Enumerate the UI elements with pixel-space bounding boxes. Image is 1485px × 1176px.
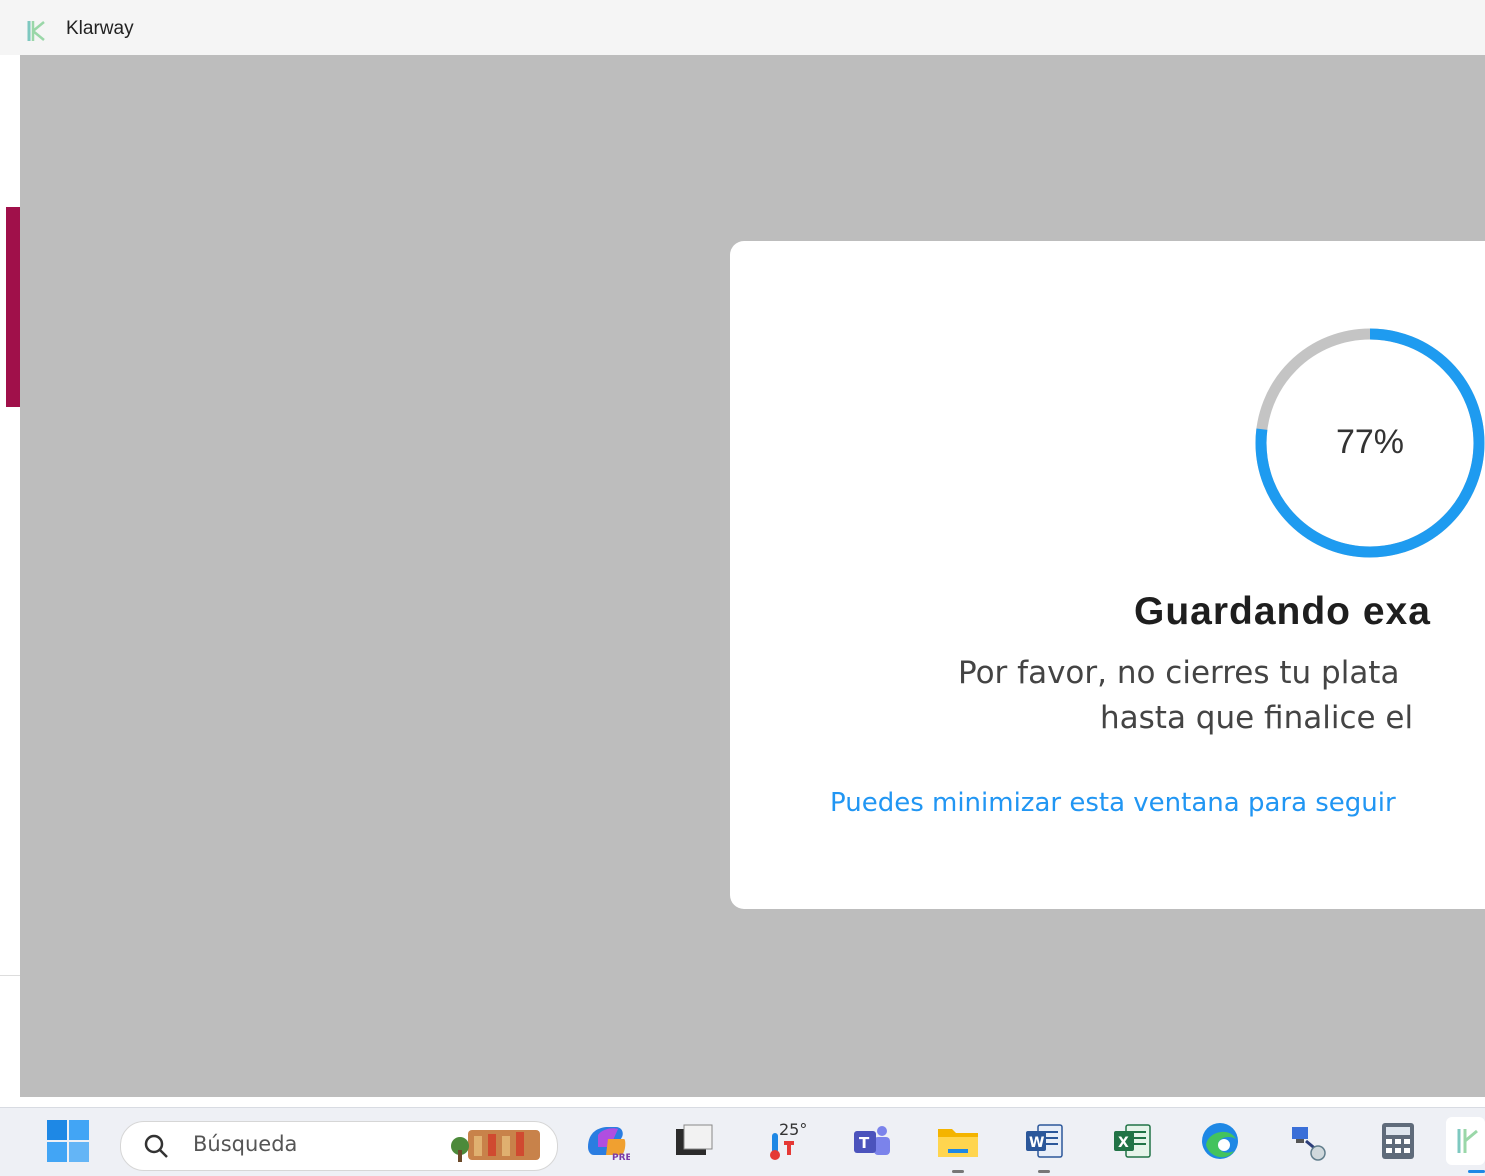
file-explorer-running-indicator	[952, 1170, 964, 1173]
file-explorer-icon	[938, 1129, 978, 1157]
search-placeholder: Búsqueda	[193, 1132, 298, 1156]
window-titlebar: Klarway	[0, 0, 1485, 56]
svg-text:X: X	[1118, 1135, 1129, 1151]
edge-button[interactable]	[1196, 1117, 1244, 1165]
copilot-icon: PRE	[588, 1127, 630, 1163]
search-icon	[144, 1134, 168, 1158]
svg-text:T: T	[859, 1134, 870, 1152]
network-app-button[interactable]	[1284, 1117, 1332, 1165]
calculator-icon	[1382, 1123, 1414, 1159]
start-button[interactable]	[44, 1117, 92, 1165]
window-title: Klarway	[66, 18, 134, 39]
klarway-active-indicator	[1468, 1170, 1485, 1173]
network-app-icon	[1292, 1127, 1326, 1161]
windows-start-icon	[47, 1120, 89, 1162]
word-icon: W	[1026, 1124, 1063, 1158]
svg-text:PRE: PRE	[612, 1153, 630, 1163]
dialog-heading: Guardando exa	[1134, 590, 1431, 633]
background-accent-panel	[6, 207, 20, 407]
edge-icon	[1202, 1123, 1238, 1159]
task-view-icon	[676, 1124, 713, 1155]
klarway-icon	[1457, 1129, 1478, 1153]
excel-icon: X	[1114, 1124, 1151, 1158]
task-view-button[interactable]	[668, 1117, 716, 1165]
klarway-taskbar-button[interactable]	[1446, 1117, 1485, 1165]
search-highlight-image-icon	[451, 1130, 540, 1162]
weather-temperature: 25°	[779, 1120, 808, 1139]
svg-text:W: W	[1029, 1135, 1044, 1151]
excel-button[interactable]: X	[1108, 1117, 1156, 1165]
calculator-button[interactable]	[1374, 1117, 1422, 1165]
dialog-message-line1: Por favor, no cierres tu plata	[958, 655, 1400, 691]
word-button[interactable]: W	[1020, 1117, 1068, 1165]
word-running-indicator	[1038, 1170, 1050, 1173]
klarway-logo-icon	[27, 21, 45, 41]
minimize-window-link[interactable]: Puedes minimizar esta ventana para segui…	[830, 788, 1396, 818]
progress-percent-label: 77%	[1335, 423, 1405, 461]
copilot-button[interactable]: PRE	[582, 1117, 630, 1165]
dialog-message-line2: hasta que finalice el	[1100, 700, 1414, 736]
file-explorer-button[interactable]	[934, 1117, 982, 1165]
background-divider	[0, 975, 20, 976]
teams-icon: T	[854, 1126, 890, 1155]
teams-button[interactable]: T	[848, 1117, 896, 1165]
